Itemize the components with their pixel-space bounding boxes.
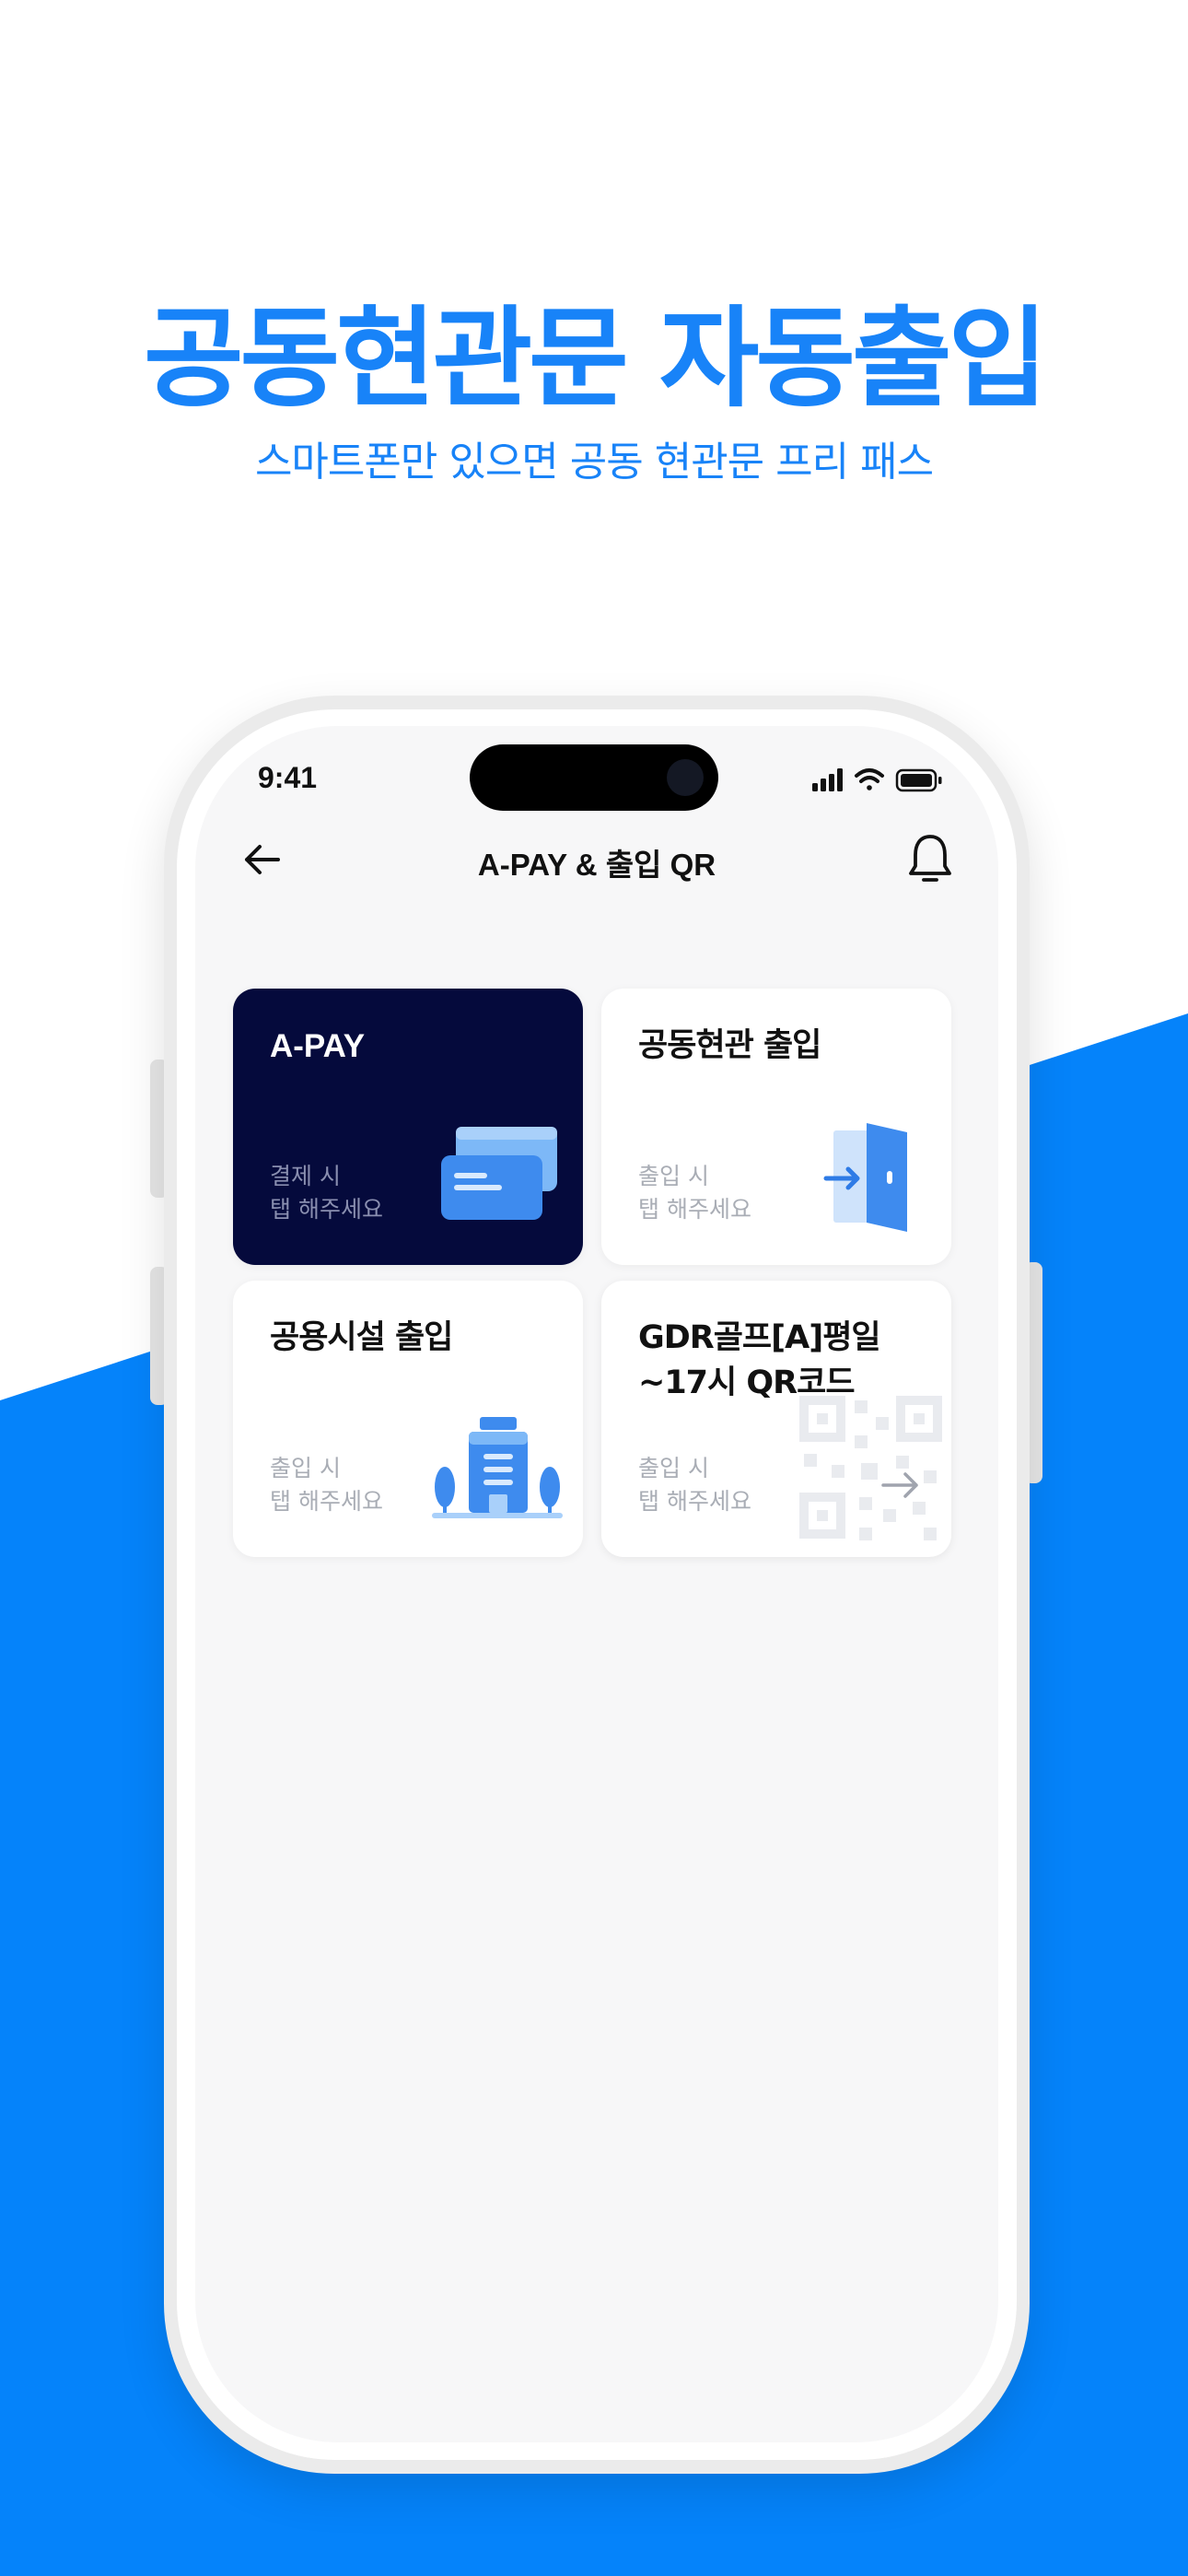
dynamic-island	[470, 744, 718, 811]
card-title: GDR골프[A]평일~17시 QR코드	[638, 1319, 881, 1401]
main-entrance-card[interactable]: 공동현관 출입 출입 시 탭 해주세요	[601, 989, 951, 1265]
building-icon	[432, 1417, 563, 1518]
page-title: A-PAY & 출입 QR	[477, 848, 716, 882]
card-hint: 출입 시 탭 해주세요	[270, 1455, 383, 1516]
apay-card[interactable]: A-PAY 결제 시 탭 해주세요	[233, 989, 583, 1265]
qr-code-icon	[799, 1396, 942, 1540]
card-title: 공용시설 출입	[270, 1319, 453, 1356]
qr-code-card[interactable]: GDR골프[A]평일~17시 QR코드 출입 시 탭 해주세요	[601, 1281, 951, 1557]
card-stack-icon	[441, 1127, 557, 1220]
status-icons	[812, 768, 942, 792]
signal-icon	[812, 768, 843, 791]
card-title: A-PAY	[270, 1028, 366, 1064]
card-hint: 결제 시 탭 해주세요	[270, 1163, 383, 1224]
card-hint: 출입 시 탭 해주세요	[638, 1455, 751, 1516]
common-facility-card[interactable]: 공용시설 출입 출입 시 탭 해주세요	[233, 1281, 583, 1557]
card-hint: 출입 시 탭 해주세요	[638, 1163, 751, 1224]
phone-screen: 9:41 A-PAY & 출입 QR A-PAY 결제 시 탭 해주세요 공동현…	[195, 726, 998, 2442]
front-camera	[667, 759, 704, 796]
banner-subhead: 스마트폰만 있으면 공동 현관문 프리 패스	[254, 439, 934, 486]
status-time: 9:41	[258, 761, 318, 794]
battery-icon	[895, 768, 942, 792]
banner-headline: 공동현관문 자동출입	[143, 295, 1048, 422]
arrow-right-icon	[881, 1472, 918, 1498]
wifi-icon	[855, 768, 884, 790]
card-title: 공동현관 출입	[638, 1027, 821, 1064]
door-enter-icon	[823, 1123, 907, 1232]
bell-icon[interactable]	[903, 829, 958, 890]
